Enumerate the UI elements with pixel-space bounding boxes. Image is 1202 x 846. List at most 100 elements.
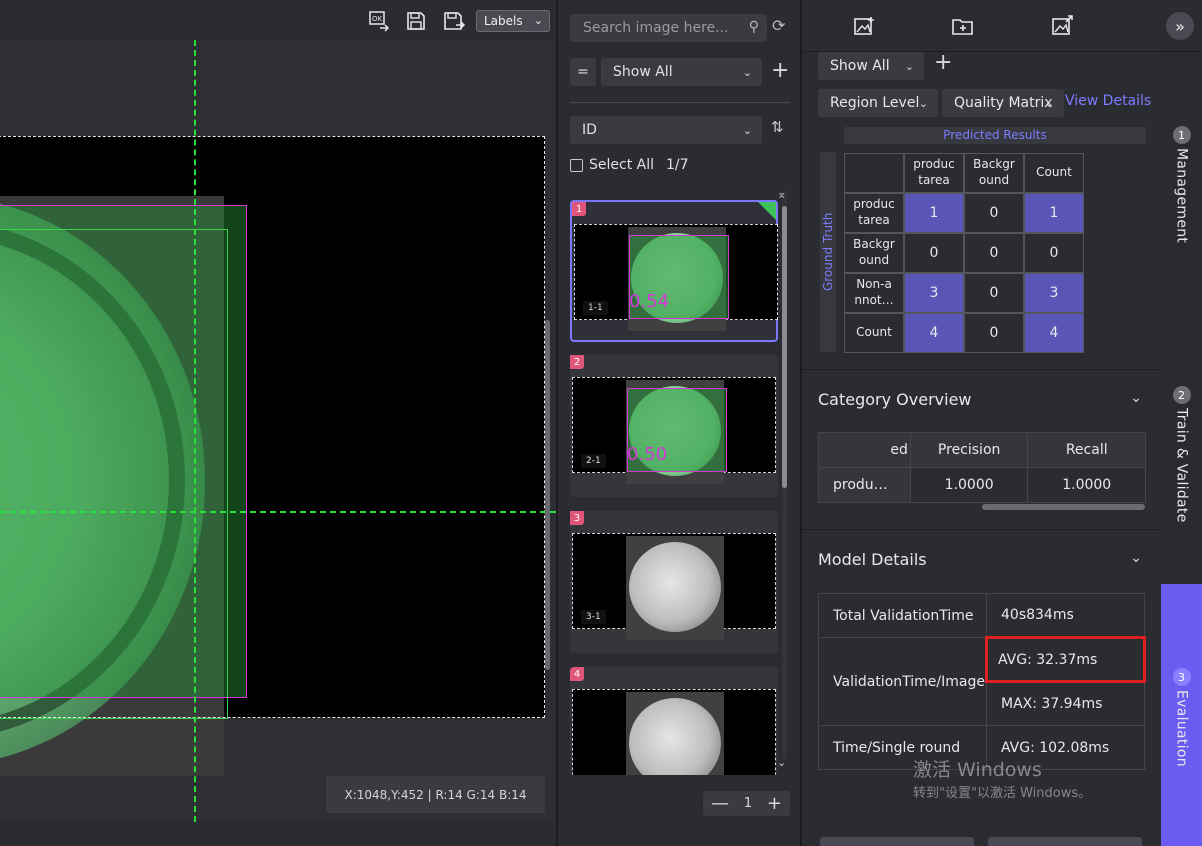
matrix-cell[interactable]: 0 [964,313,1024,353]
add-filter-icon[interactable]: + [934,52,952,75]
tab-label: Train & Validate [1173,408,1190,523]
matrix-col-header: produc tarea [904,153,964,193]
thumbnail-index-badge: 4 [570,667,584,681]
detail-label: ValidationTime/Image [818,637,987,726]
tab-label: Evaluation [1173,690,1190,767]
image-bounds [0,136,545,718]
thumbnail-image: 0.54 1-1 [574,224,778,331]
more-button[interactable]: More [988,837,1142,846]
matrix-cell[interactable]: 0 [964,273,1024,313]
matrix-col-header: Backgr ound [964,153,1024,193]
quality-matrix-select[interactable]: Quality Matrix ⌄ [942,89,1064,117]
table-header: Precision [909,432,1029,468]
sort-field-select[interactable]: ID ⌄ [570,116,762,144]
avg-time-per-image: AVG: 32.37ms [985,636,1146,683]
divider [570,102,790,103]
recall-value: 1.0000 [1027,467,1146,503]
result-filter-value: Show All [830,58,890,74]
save-as-icon[interactable] [441,8,467,34]
chevron-down-icon[interactable]: ⌄ [1130,390,1142,406]
matrix-cell[interactable]: 4 [1024,313,1084,353]
region-level-select[interactable]: Region Level ⌄ [818,89,938,117]
filter-operator-select[interactable]: = [570,58,596,86]
image-viewport[interactable]: X:1048,Y:452 | R:14 G:14 B:14 [0,40,556,822]
canvas-vertical-scrollbar[interactable] [545,320,550,670]
scroll-to-top-icon[interactable]: ⌅ [777,188,786,201]
section-title: Category Overview [818,390,972,409]
svg-text:OK: OK [372,15,383,23]
list-scrollbar[interactable] [782,206,787,488]
matrix-cell[interactable]: 3 [904,273,964,313]
thumbnail-score: 0.50 [627,444,668,465]
ground-truth-header: Ground Truth [820,152,836,352]
expand-panel-icon[interactable]: » [1166,12,1194,40]
thumbnail-sub-label: 3-1 [581,610,606,624]
matrix-cell[interactable]: 0 [1024,233,1084,273]
scroll-to-bottom-icon[interactable]: ⌄ [777,756,786,769]
chevron-down-icon: ⌄ [1044,96,1054,110]
workflow-side-tabs: 1 Management 2 Train & Validate 3 Evalua… [1161,52,1202,846]
matrix-cell[interactable]: 3 [1024,273,1084,313]
add-folder-icon[interactable] [950,14,976,38]
sort-order-icon[interactable]: ⇅ [771,118,784,136]
table-horizontal-scrollbar[interactable] [982,504,1145,510]
image-filter-value: Show All [613,64,673,80]
image-thumbnail[interactable]: 0.54 1-1 1 [570,200,778,342]
export-image-icon[interactable] [1050,14,1076,38]
labels-select[interactable]: Labels ⌄ [476,10,550,32]
matrix-cell[interactable]: 1 [904,193,964,233]
page-next-button[interactable]: + [767,793,782,814]
add-filter-icon[interactable]: + [771,58,789,83]
region-level-value: Region Level [830,95,920,111]
matrix-cell[interactable]: 0 [904,233,964,273]
search-icon[interactable]: ⚲ [749,19,759,35]
tab-evaluation[interactable]: 3 Evaluation [1161,584,1202,846]
labels-select-value: Labels [484,14,523,28]
pixel-coordinate-readout: X:1048,Y:452 | R:14 G:14 B:14 [326,776,545,813]
matrix-cell[interactable]: 0 [964,193,1024,233]
step-number: 3 [1172,668,1191,686]
ground-truth-label: Ground Truth [821,212,835,292]
pagination: — 1 + [703,791,790,816]
thumbnail-sub-label: 1-1 [583,301,608,315]
image-filter-select[interactable]: Show All ⌄ [601,58,762,86]
matrix-cell[interactable]: 1 [1024,193,1084,233]
chevron-down-icon: ⌄ [533,14,543,27]
thumbnail-image: 3-1 [572,533,776,640]
training-loss-curve-button[interactable]: Training Loss Curve [820,837,974,846]
tab-train-validate[interactable]: 2 Train & Validate [1161,386,1202,523]
thumbnail-index-badge: 3 [570,511,584,525]
ok-mark-icon[interactable]: OK [366,8,392,34]
canvas-bottom-bar [0,822,556,846]
result-filter-select[interactable]: Show All ⌄ [818,52,924,80]
matrix-cell[interactable]: 4 [904,313,964,353]
image-thumbnail[interactable]: 4 [570,667,778,775]
chevron-down-icon: ⌄ [918,96,928,110]
save-icon[interactable] [403,8,429,34]
image-thumbnail[interactable]: 3-1 3 [570,511,778,653]
matrix-row-header: Backgr ound [844,233,904,273]
canvas-toolbar: OK Labels ⌄ [0,0,556,40]
chevron-down-icon[interactable]: ⌄ [1130,550,1142,566]
refresh-icon[interactable]: ⟳ [772,16,785,35]
matrix-row-header: produc tarea [844,193,904,233]
thumbnail-sub-label: 2-1 [581,454,606,468]
tab-management[interactable]: 1 Management [1161,126,1202,243]
right-toolbar [802,0,1202,52]
matrix-cell[interactable]: 0 [964,233,1024,273]
table-row[interactable]: produ… 1.0000 1.0000 [818,467,1146,503]
thumbnail-disc [629,542,721,632]
section-title: Model Details [818,550,927,569]
predicted-results-header: Predicted Results [844,127,1146,144]
add-image-icon[interactable] [852,14,878,38]
image-search-input[interactable]: Search image here... ⚲ [570,14,767,42]
matrix-col-header: Count [1024,153,1084,193]
image-thumbnail[interactable]: 0.50 2-1 2 [570,355,778,497]
checkbox-icon[interactable] [570,158,583,172]
select-all-checkbox[interactable]: Select All [570,157,654,173]
view-details-link[interactable]: View Details [1065,93,1151,109]
category-overview-section: Category Overview ⌄ ed Precision Recall … [802,369,1160,529]
page-number[interactable]: 1 [744,796,752,811]
page-prev-button[interactable]: — [711,793,729,814]
sort-field-value: ID [582,122,597,138]
